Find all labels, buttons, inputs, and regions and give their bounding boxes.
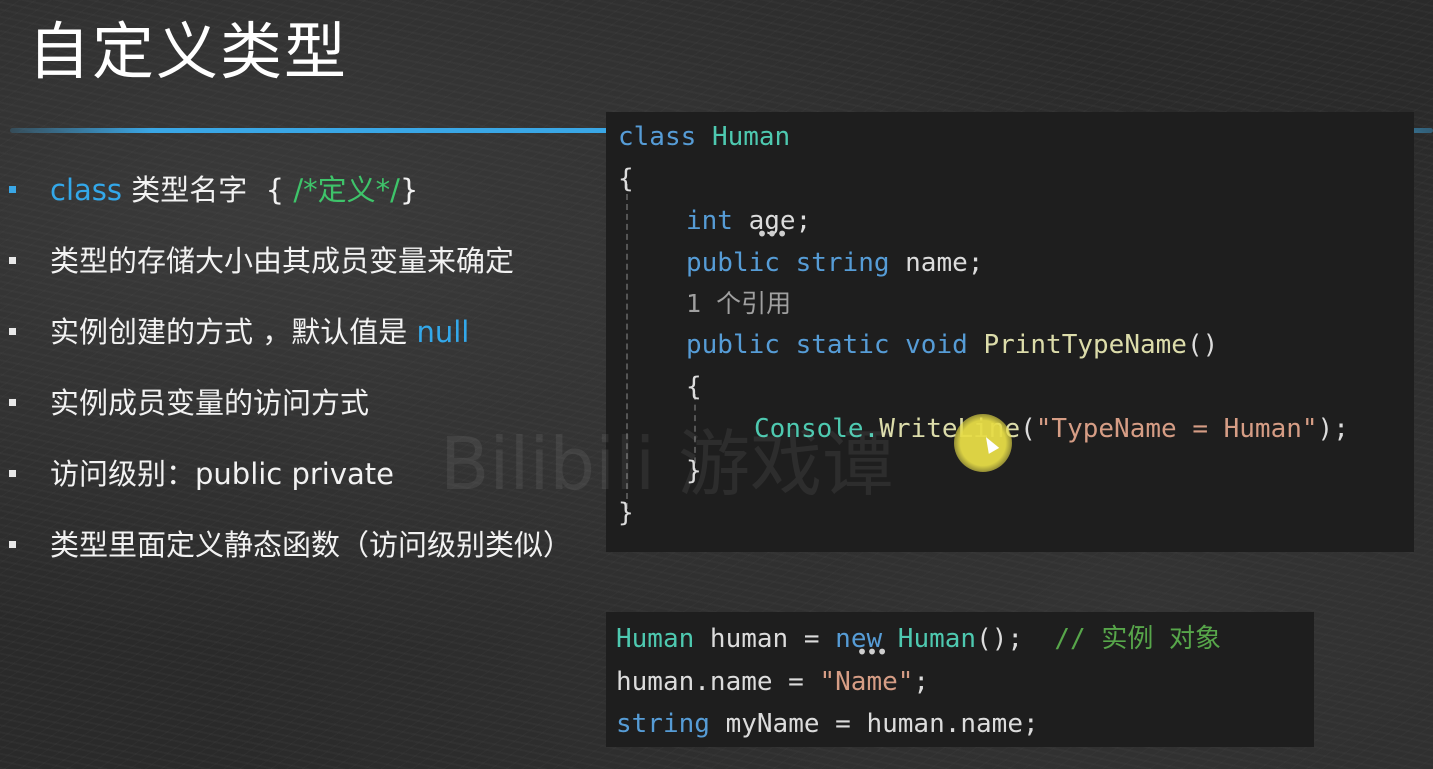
bullet-text: 实例成员变量的访问方式 <box>50 386 370 420</box>
bullet-marker <box>9 470 16 477</box>
code-line: public static void PrintTypeName() <box>686 330 1219 360</box>
code-block-instance-usage: Human human = new Human(); // 实例 对象 ••• … <box>606 612 1314 747</box>
bullet-marker <box>9 257 16 264</box>
code-line: Human human = new Human(); // 实例 对象 <box>616 624 1221 654</box>
code-line: human.name = "Name"; <box>616 667 930 697</box>
bullet-text: 实例创建的方式 ，默认值是 <box>50 315 417 349</box>
slide-title: 自定义类型 <box>28 15 349 88</box>
ellipsis-hint-icon: ••• <box>856 640 888 664</box>
bullet-marker <box>9 186 16 193</box>
bullet-text: } <box>399 173 419 207</box>
bullet-keyword: class <box>50 173 122 207</box>
bullet-text: 类型里面定义静态函数（访问级别类似） <box>50 528 573 562</box>
bullet-text: 访问级别：public private <box>50 457 395 491</box>
code-line: { <box>686 372 702 402</box>
bullet-marker <box>9 541 16 548</box>
video-watermark: Bilibili 游戏谭 <box>440 422 895 506</box>
bullet-comment: /*定义*/ <box>293 173 400 207</box>
code-line: { <box>618 164 634 194</box>
bullet-highlight: null <box>416 315 470 349</box>
codelens-reference-count[interactable]: 1 个引用 <box>686 284 791 324</box>
code-line: int age; <box>686 206 812 236</box>
code-line: public string name; <box>686 248 984 278</box>
bullet-text: 类型的存储大小由其成员变量来确定 <box>50 244 515 278</box>
bullet-marker <box>9 328 16 335</box>
code-line: class Human <box>618 122 791 152</box>
bullet-marker <box>9 399 16 406</box>
bullet-text: 类型名字 { <box>122 173 294 207</box>
code-line: string myName = human.name; <box>616 709 1039 739</box>
